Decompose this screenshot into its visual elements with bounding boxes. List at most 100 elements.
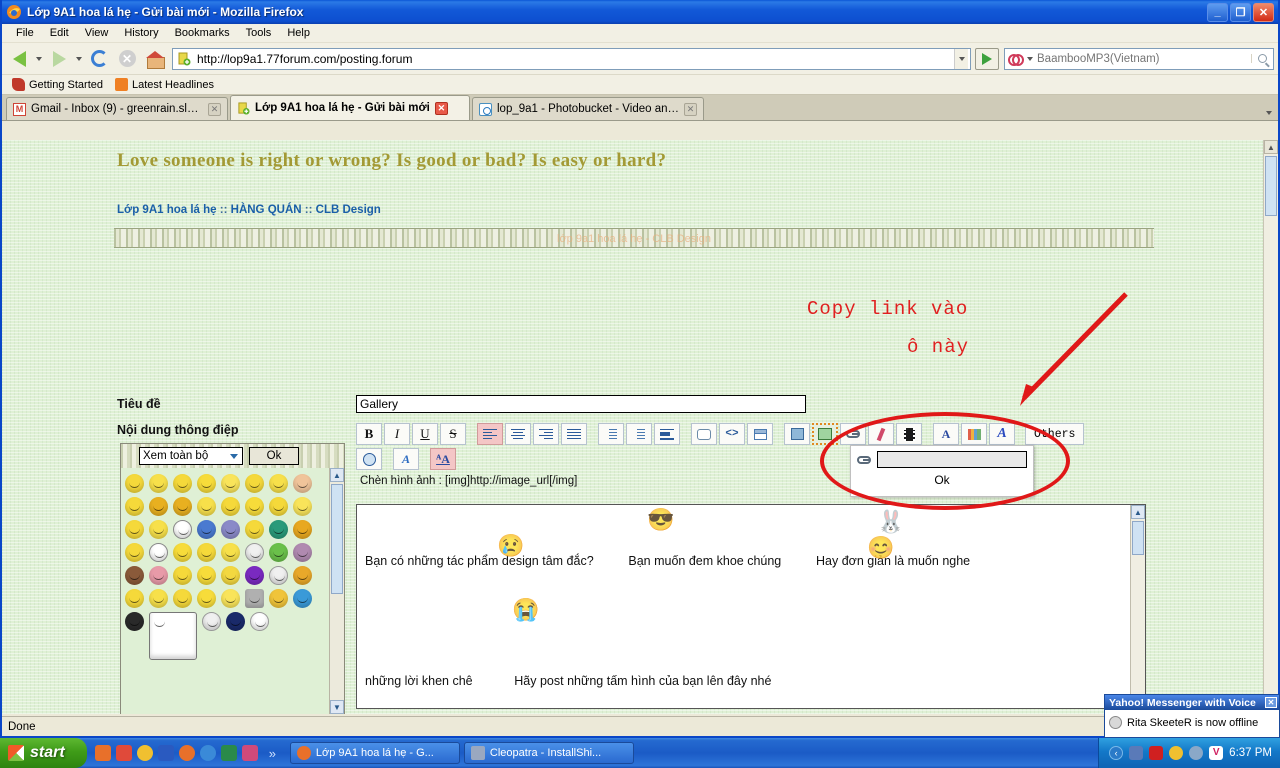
save-draft-button[interactable]: [784, 423, 810, 445]
smiley-item[interactable]: [221, 543, 240, 562]
home-button[interactable]: [142, 46, 168, 72]
search-submit-icon[interactable]: [1251, 54, 1273, 63]
smiley-grid[interactable]: [121, 468, 328, 714]
smiley-item[interactable]: [202, 612, 221, 631]
smiley-item[interactable]: [149, 474, 168, 493]
search-bar[interactable]: [1004, 47, 1274, 70]
smiley-item[interactable]: [293, 520, 312, 539]
clock[interactable]: 6:37 PM: [1229, 747, 1272, 759]
maximize-button[interactable]: ❐: [1230, 2, 1251, 22]
insert-link-button[interactable]: [840, 423, 866, 445]
smiley-item[interactable]: [221, 520, 240, 539]
underline-button[interactable]: U: [412, 423, 438, 445]
numbered-list-button[interactable]: [626, 423, 652, 445]
strikethrough-button[interactable]: S: [440, 423, 466, 445]
smiley-item[interactable]: [125, 612, 144, 631]
smiley-item[interactable]: [245, 520, 264, 539]
quicklaunch-excel-icon[interactable]: [220, 745, 237, 761]
smiley-item[interactable]: [197, 497, 216, 516]
yahoo-messenger-notification[interactable]: Yahoo! Messenger with Voice ✕ Rita Skeet…: [1104, 694, 1280, 738]
smiley-item[interactable]: [197, 543, 216, 562]
smiley-item[interactable]: [149, 520, 168, 539]
italic-button[interactable]: I: [384, 423, 410, 445]
post-title-input[interactable]: [356, 395, 806, 413]
go-button[interactable]: [975, 47, 999, 70]
smiley-item[interactable]: [149, 589, 168, 608]
smiley-item[interactable]: [125, 589, 144, 608]
smiley-item[interactable]: [245, 474, 264, 493]
close-icon[interactable]: ✕: [1265, 697, 1277, 708]
smiley-scroll-up-button[interactable]: ▲: [330, 468, 344, 482]
tab-gmail[interactable]: Gmail - Inbox (9) - greenrain.slytherin.…: [6, 97, 228, 120]
smiley-item[interactable]: [221, 589, 240, 608]
menu-help[interactable]: Help: [279, 26, 318, 40]
indent-button[interactable]: [654, 423, 680, 445]
smiley-item[interactable]: [221, 497, 240, 516]
bookmark-latest-headlines[interactable]: Latest Headlines: [111, 78, 218, 91]
unikey-icon[interactable]: V: [1209, 746, 1224, 760]
smiley-item[interactable]: [149, 543, 168, 562]
smiley-item[interactable]: [173, 543, 192, 562]
page-scroll-thumb[interactable]: [1265, 156, 1277, 216]
menu-history[interactable]: History: [116, 26, 166, 40]
close-button[interactable]: ✕: [1253, 2, 1274, 22]
smiley-item[interactable]: [245, 543, 264, 562]
smiley-item[interactable]: [149, 566, 168, 585]
url-input[interactable]: [195, 50, 954, 67]
smiley-item[interactable]: [221, 474, 240, 493]
remove-format-button[interactable]: A: [393, 448, 419, 470]
smiley-item[interactable]: [125, 474, 144, 493]
smiley-item[interactable]: [245, 497, 264, 516]
smiley-item[interactable]: [221, 566, 240, 585]
tab-close-icon[interactable]: ✕: [434, 101, 448, 115]
url-bar[interactable]: [172, 47, 971, 70]
smiley-item[interactable]: [173, 497, 192, 516]
url-dropdown-icon[interactable]: [954, 48, 968, 69]
menu-tools[interactable]: Tools: [238, 26, 280, 40]
message-body-textarea[interactable]: Bạn có những tác phẩm design tâm đắc? Bạ…: [356, 504, 1146, 709]
quicklaunch-firefox-icon[interactable]: [94, 745, 111, 761]
quicklaunch-ie-icon[interactable]: [199, 745, 216, 761]
smiley-item[interactable]: [197, 589, 216, 608]
smiley-item[interactable]: [125, 543, 144, 562]
back-button[interactable]: [6, 46, 32, 72]
smiley-item[interactable]: [226, 612, 245, 631]
smiley-item[interactable]: [197, 474, 216, 493]
smiley-item[interactable]: [245, 589, 264, 608]
text-effect-button[interactable]: ᴬA: [430, 448, 456, 470]
align-center-button[interactable]: [505, 423, 531, 445]
forward-button[interactable]: [46, 46, 72, 72]
link-insert-popup[interactable]: Ok: [850, 445, 1034, 497]
insert-image-button[interactable]: [812, 423, 838, 445]
quicklaunch-overflow-icon[interactable]: »: [263, 746, 282, 761]
network-icon[interactable]: [1129, 746, 1144, 760]
spellcheck-button[interactable]: [356, 448, 382, 470]
smiley-category-select[interactable]: Xem toàn bộ: [139, 447, 243, 465]
align-left-button[interactable]: [477, 423, 503, 445]
quicklaunch-unikey-icon[interactable]: [241, 745, 258, 761]
smiley-item[interactable]: [173, 589, 192, 608]
smiley-item[interactable]: [293, 589, 312, 608]
font-family-button[interactable]: A: [933, 423, 959, 445]
tab-close-icon[interactable]: ✕: [684, 102, 697, 116]
smiley-item[interactable]: [269, 497, 288, 516]
page-scroll-up-button[interactable]: ▲: [1264, 140, 1278, 154]
search-engine-selector[interactable]: [1005, 53, 1035, 66]
smiley-item[interactable]: [125, 520, 144, 539]
smiley-item[interactable]: [293, 566, 312, 585]
quote-button[interactable]: [691, 423, 717, 445]
smiley-item[interactable]: [293, 474, 312, 493]
code-button[interactable]: <>: [719, 423, 745, 445]
smiley-ok-button[interactable]: Ok: [249, 447, 299, 465]
bullet-list-button[interactable]: [598, 423, 624, 445]
smiley-item[interactable]: [173, 520, 192, 539]
tab-close-icon[interactable]: ✕: [208, 102, 221, 116]
font-size-button[interactable]: A: [989, 423, 1015, 445]
smiley-scroll-down-button[interactable]: ▼: [330, 700, 344, 714]
kaspersky-icon[interactable]: [1149, 746, 1164, 760]
breadcrumb-forum[interactable]: CLB Design: [316, 204, 381, 216]
page-scrollbar[interactable]: ▲ ▼: [1263, 140, 1278, 714]
breadcrumb-root[interactable]: Lớp 9A1 hoa lá hẹ: [117, 204, 217, 216]
forward-dropdown-icon[interactable]: [76, 56, 82, 61]
message-scrollbar[interactable]: ▲ ▼: [1130, 505, 1145, 708]
